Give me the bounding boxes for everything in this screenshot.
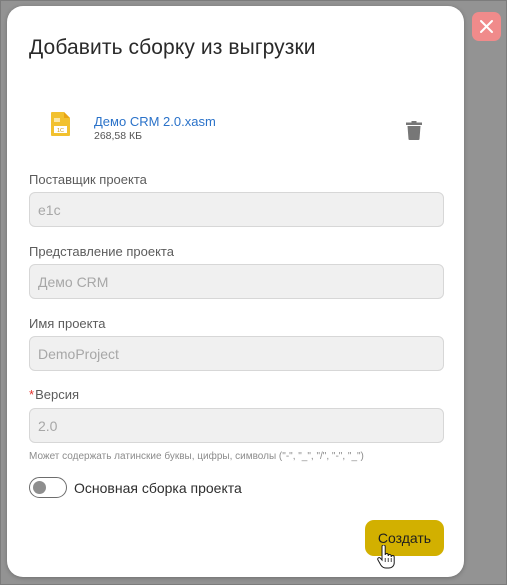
svg-text:1C: 1C xyxy=(57,128,64,134)
close-button[interactable] xyxy=(472,12,501,41)
presentation-value: Демо CRM xyxy=(38,273,109,290)
version-input[interactable]: 2.0 xyxy=(29,408,444,443)
vendor-input[interactable]: e1c xyxy=(29,192,444,227)
project-name-input[interactable]: DemoProject xyxy=(29,336,444,371)
presentation-label: Представление проекта xyxy=(29,244,174,259)
project-name-label: Имя проекта xyxy=(29,316,106,331)
version-label: *Версия xyxy=(29,387,79,402)
project-name-value: DemoProject xyxy=(38,345,119,362)
required-mark: * xyxy=(29,387,35,402)
file-1c-icon: 1C xyxy=(51,112,70,136)
main-build-toggle-label: Основная сборка проекта xyxy=(74,480,242,496)
hand-cursor-icon xyxy=(377,545,395,569)
close-icon xyxy=(480,20,493,33)
vendor-label: Поставщик проекта xyxy=(29,172,147,187)
version-label-text: Версия xyxy=(35,387,79,402)
main-build-toggle[interactable] xyxy=(29,477,67,498)
add-build-dialog: Добавить сборку из выгрузки 1C Демо CRM … xyxy=(7,6,464,577)
version-value: 2.0 xyxy=(38,417,58,434)
toggle-knob xyxy=(33,481,46,494)
file-name-link[interactable]: Демо CRM 2.0.xasm xyxy=(94,114,216,129)
dialog-title: Добавить сборку из выгрузки xyxy=(29,36,316,59)
vendor-value: e1c xyxy=(38,201,61,218)
trash-icon[interactable] xyxy=(405,121,423,140)
version-hint: Может содержать латинские буквы, цифры, … xyxy=(29,451,364,462)
presentation-input[interactable]: Демо CRM xyxy=(29,264,444,299)
file-size: 268,58 КБ xyxy=(94,130,143,142)
